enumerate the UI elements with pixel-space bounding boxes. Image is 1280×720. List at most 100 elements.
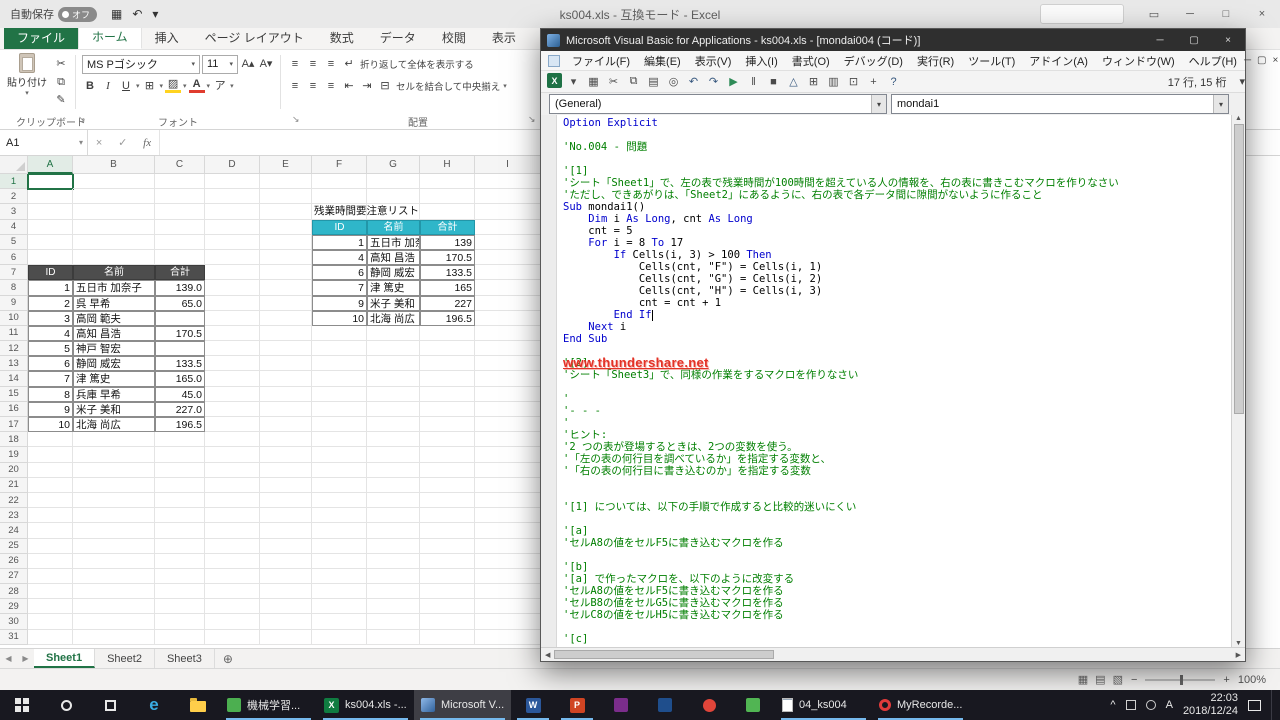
grid-cell[interactable] <box>155 463 205 478</box>
grid-cell[interactable] <box>475 630 541 645</box>
grid-cell[interactable] <box>155 478 205 493</box>
grid-cell[interactable] <box>260 204 312 219</box>
grid-cell[interactable] <box>28 630 73 645</box>
row-header-11[interactable]: 11 <box>0 326 28 341</box>
grid-cell[interactable] <box>260 599 312 614</box>
grid-cell[interactable]: 170.5 <box>420 250 475 265</box>
zoom-slider[interactable] <box>1145 679 1215 681</box>
merge-dropdown-icon[interactable]: ▾ <box>503 82 507 90</box>
grid-cell[interactable]: 6 <box>28 356 73 371</box>
grid-cell[interactable]: 米子 美和 <box>73 402 155 417</box>
vba-menu-10[interactable]: ヘルプ(H) <box>1182 51 1244 71</box>
grid-cell[interactable] <box>260 432 312 447</box>
app-purple-button[interactable] <box>599 690 643 720</box>
vba-restore-button[interactable]: ▢ <box>1177 29 1211 51</box>
grid-cell[interactable] <box>420 432 475 447</box>
grid-cell[interactable] <box>420 402 475 417</box>
grid-cell[interactable] <box>420 463 475 478</box>
grid-cell[interactable]: ID <box>312 220 367 235</box>
increase-indent-button[interactable]: ⇥ <box>359 78 375 94</box>
grid-cell[interactable] <box>312 447 367 462</box>
grid-cell[interactable] <box>28 493 73 508</box>
grid-cell[interactable] <box>205 204 260 219</box>
row-header-14[interactable]: 14 <box>0 371 28 386</box>
row-header-24[interactable]: 24 <box>0 523 28 538</box>
grid-cell[interactable] <box>475 220 541 235</box>
name-box[interactable]: A1 ▾ <box>0 130 88 155</box>
row-header-12[interactable]: 12 <box>0 341 28 356</box>
grid-cell[interactable] <box>420 341 475 356</box>
vertical-scrollbar[interactable]: ▲ ▼ <box>1231 115 1245 647</box>
vba-menu-9[interactable]: ウィンドウ(W) <box>1095 51 1182 71</box>
grid-cell[interactable] <box>475 554 541 569</box>
grid-cell[interactable] <box>28 599 73 614</box>
grid-cell[interactable]: 133.5 <box>420 265 475 280</box>
grid-cell[interactable] <box>367 493 420 508</box>
app-blue-button[interactable] <box>643 690 687 720</box>
row-header-4[interactable]: 4 <box>0 220 28 235</box>
grid-cell[interactable] <box>420 478 475 493</box>
vba-menu-2[interactable]: 表示(V) <box>688 51 739 71</box>
file-explorer-button[interactable] <box>176 690 220 720</box>
grid-cell[interactable] <box>73 493 155 508</box>
vba-menu-7[interactable]: ツール(T) <box>961 51 1022 71</box>
scroll-up-icon[interactable]: ▲ <box>1235 115 1242 122</box>
grid-cell[interactable] <box>475 174 541 189</box>
grid-cell[interactable]: 196.5 <box>420 311 475 326</box>
grid-cell[interactable] <box>28 554 73 569</box>
tray-chevron-icon[interactable]: ^ <box>1110 699 1115 711</box>
grid-cell[interactable]: 合計 <box>155 265 205 280</box>
grid-cell[interactable]: 高知 昌浩 <box>367 250 420 265</box>
search-button[interactable] <box>44 690 88 720</box>
grid-cell[interactable] <box>475 402 541 417</box>
mdi-close-icon[interactable]: × <box>1273 55 1279 66</box>
grid-cell[interactable] <box>367 599 420 614</box>
horizontal-scroll-thumb[interactable] <box>554 650 774 659</box>
grid-cell[interactable] <box>312 356 367 371</box>
grid-cell[interactable]: 8 <box>28 387 73 402</box>
grid-cell[interactable] <box>205 614 260 629</box>
minimize-button[interactable]: ─ <box>1172 0 1208 28</box>
column-header-E[interactable]: E <box>260 156 312 174</box>
copy-button[interactable]: ⧉ <box>53 74 69 90</box>
decrease-indent-button[interactable]: ⇤ <box>341 78 357 94</box>
grid-cell[interactable] <box>73 447 155 462</box>
grid-cell[interactable] <box>73 554 155 569</box>
grid-cell[interactable] <box>260 584 312 599</box>
grid-cell[interactable] <box>475 371 541 386</box>
paste-dropdown-icon[interactable]: ▾ <box>25 89 29 97</box>
font-size-dropdown-icon[interactable]: ▾ <box>229 60 233 68</box>
grid-cell[interactable] <box>367 569 420 584</box>
grid-cell[interactable] <box>73 630 155 645</box>
grid-cell[interactable] <box>475 341 541 356</box>
titlebar-search-box[interactable] <box>1040 4 1124 24</box>
zoom-knob[interactable] <box>1180 675 1183 685</box>
grid-cell[interactable] <box>73 569 155 584</box>
break-icon[interactable]: ‖ <box>745 73 762 90</box>
grid-cell[interactable] <box>475 235 541 250</box>
grid-cell[interactable] <box>312 630 367 645</box>
grid-cell[interactable] <box>475 599 541 614</box>
grid-cell[interactable] <box>475 569 541 584</box>
borders-dropdown-icon[interactable]: ▾ <box>160 82 164 90</box>
ribbon-tab-5[interactable]: データ <box>367 26 429 49</box>
grid-cell[interactable] <box>367 554 420 569</box>
grid-cell[interactable] <box>155 189 205 204</box>
grid-cell[interactable] <box>260 523 312 538</box>
design-mode-icon[interactable]: △ <box>785 73 802 90</box>
grid-cell[interactable] <box>367 523 420 538</box>
grid-cell[interactable] <box>73 508 155 523</box>
grid-cell[interactable] <box>73 539 155 554</box>
grid-cell[interactable] <box>155 493 205 508</box>
grid-cell[interactable]: 五日市 加奈子 <box>73 280 155 295</box>
ribbon-tab-3[interactable]: ページ レイアウト <box>192 26 317 49</box>
grid-cell[interactable] <box>28 478 73 493</box>
grid-cell[interactable] <box>312 508 367 523</box>
row-header-3[interactable]: 3 <box>0 204 28 219</box>
grid-cell[interactable] <box>28 220 73 235</box>
grid-cell[interactable] <box>420 539 475 554</box>
horizontal-scrollbar[interactable]: ◀ ▶ <box>541 647 1245 661</box>
sheet-nav-prev-icon[interactable]: ◀ <box>5 654 11 663</box>
grid-cell[interactable] <box>205 189 260 204</box>
align-top-button[interactable]: ≡ <box>287 56 303 72</box>
